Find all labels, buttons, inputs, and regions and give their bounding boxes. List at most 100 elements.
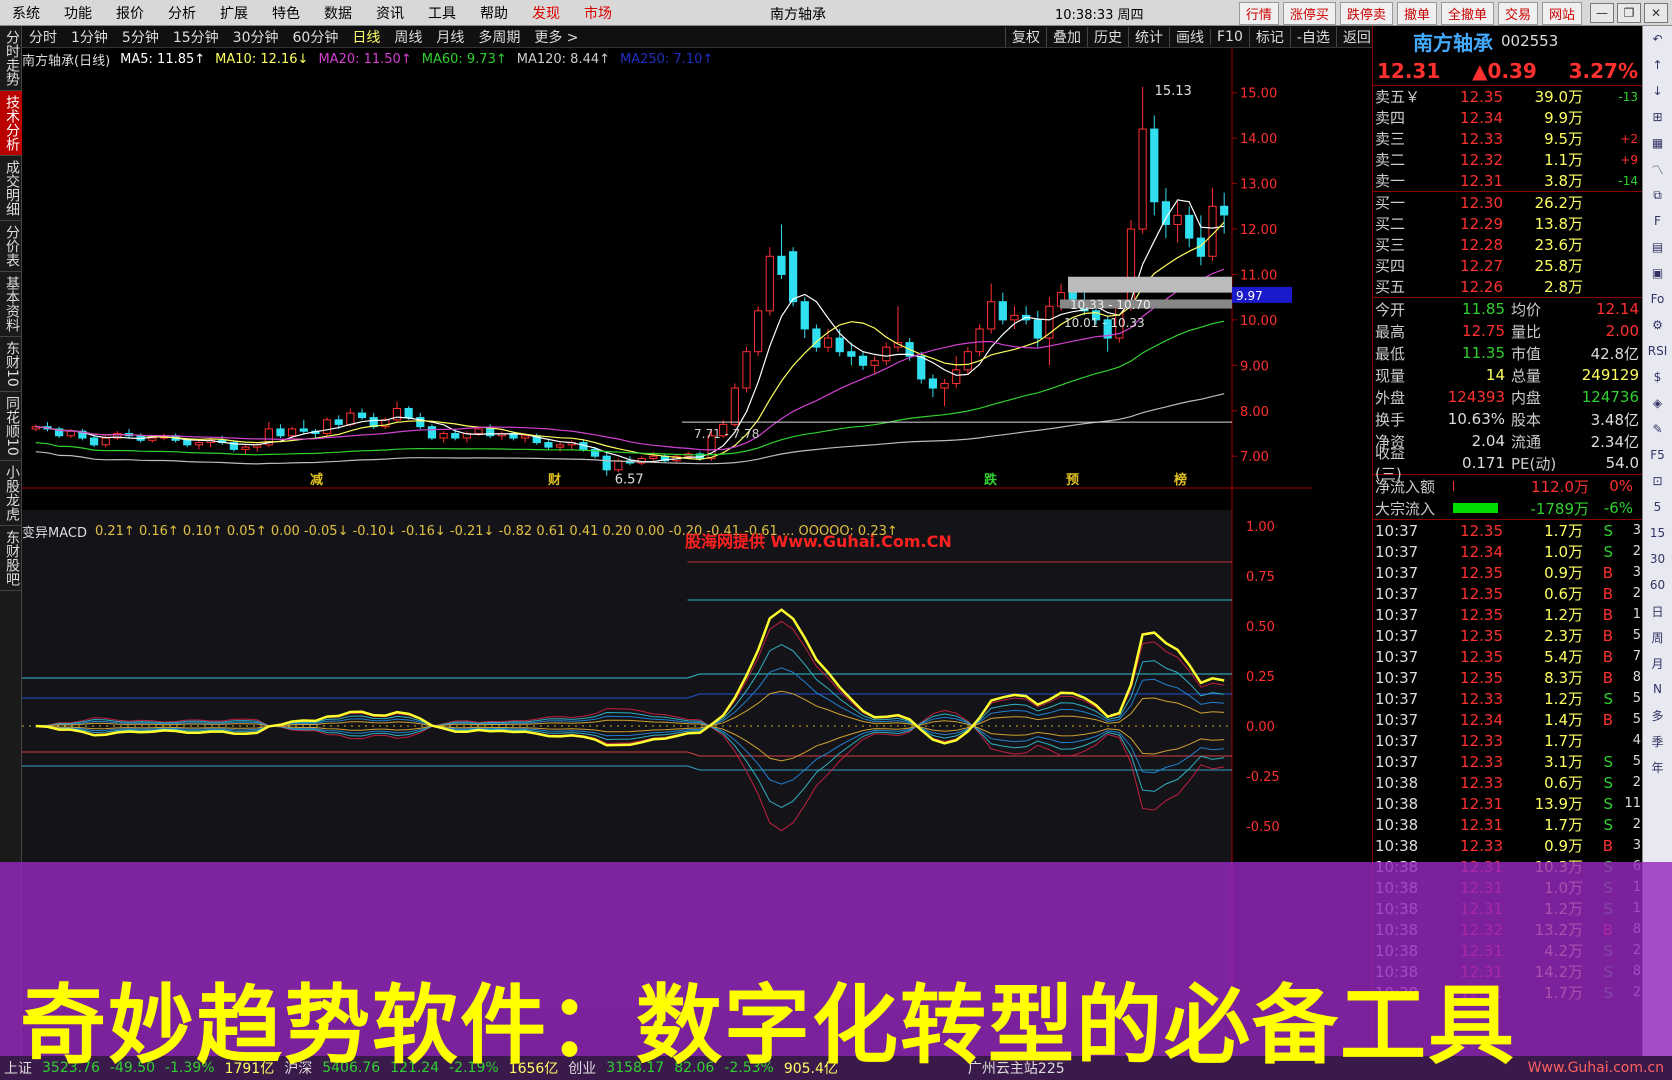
tick-row: 10:38 12.31 1.7万 S 2 [1373, 814, 1642, 835]
tool-icon[interactable]: RSI [1643, 338, 1672, 364]
tick-volume: 1.0万 [1544, 543, 1583, 561]
ask-label: 卖四 [1375, 109, 1406, 127]
period-1min[interactable]: 1分钟 [64, 27, 115, 47]
cancel-all-button[interactable]: 全撤单 [1440, 2, 1494, 25]
stats-button[interactable]: 统计 [1128, 27, 1169, 47]
tool-icon[interactable]: ▤ [1643, 234, 1672, 260]
tool-icon[interactable]: ⧉ [1643, 182, 1672, 208]
event-marker: 榜 [1174, 472, 1187, 488]
candle-body [194, 442, 204, 446]
watchlist-button[interactable]: -自选 [1289, 27, 1336, 47]
tool-icon[interactable]: 月 [1643, 650, 1672, 676]
trade-button[interactable]: 交易 [1497, 2, 1538, 25]
tool-icon[interactable]: 60 [1643, 572, 1672, 598]
price-line: 12.31 ▲0.39 3.27% [1373, 56, 1642, 86]
limit-up-buy-button[interactable]: 涨停买 [1282, 2, 1336, 25]
cancel-order-button[interactable]: 撤单 [1396, 2, 1437, 25]
limit-down-sell-button[interactable]: 跌停卖 [1339, 2, 1393, 25]
tool-icon[interactable]: ▦ [1643, 130, 1672, 156]
menu-system[interactable]: 系统 [0, 3, 52, 23]
menu-data[interactable]: 数据 [312, 3, 364, 23]
tool-icon[interactable]: 15 [1643, 520, 1672, 546]
tool-icon[interactable]: F [1643, 208, 1672, 234]
overlay-button[interactable]: 叠加 [1046, 27, 1087, 47]
menu-news[interactable]: 资讯 [364, 3, 416, 23]
menu-feature[interactable]: 特色 [260, 3, 312, 23]
close-icon[interactable]: ✕ [1644, 3, 1668, 23]
tool-icon[interactable]: $ [1643, 364, 1672, 390]
menu-analysis[interactable]: 分析 [156, 3, 208, 23]
tool-icon[interactable]: 30 [1643, 546, 1672, 572]
tool-icon[interactable]: ↓ [1643, 78, 1672, 104]
tool-icon[interactable]: ▣ [1643, 260, 1672, 286]
tool-icon[interactable]: 多 [1643, 702, 1672, 728]
candle-body [555, 444, 565, 448]
period-60min[interactable]: 60分钟 [286, 27, 346, 47]
tool-icon[interactable]: F5 [1643, 442, 1672, 468]
tool-icon[interactable]: 5 [1643, 494, 1672, 520]
tab-fundamentals[interactable]: 基本资料 [0, 272, 24, 337]
tool-icon[interactable]: ◈ [1643, 390, 1672, 416]
tick-side: S [1603, 773, 1613, 792]
tool-icon[interactable]: Fo [1643, 286, 1672, 312]
ma120-label: MA120: 8.44↑ [516, 51, 611, 67]
candle-body [835, 337, 844, 353]
period-15min[interactable]: 15分钟 [166, 27, 226, 47]
f10-button[interactable]: F10 [1210, 29, 1249, 45]
minimize-icon[interactable]: — [1590, 3, 1614, 23]
tick-time: 10:38 [1375, 836, 1419, 855]
candle-body [882, 346, 891, 362]
flow-pct: 0% [1609, 477, 1633, 495]
menu-discover[interactable]: 发现 [520, 3, 572, 23]
period-more[interactable]: 更多 > [527, 27, 585, 47]
candle-body [288, 428, 297, 437]
tool-icon[interactable]: 周 [1643, 624, 1672, 650]
tab-eastmoney[interactable]: 东财10 [0, 337, 24, 392]
tool-icon[interactable]: ✎ [1643, 416, 1672, 442]
menu-help[interactable]: 帮助 [468, 3, 520, 23]
tool-icon[interactable]: 〽 [1643, 156, 1672, 182]
period-multi[interactable]: 多周期 [471, 27, 527, 47]
tab-tonghuashun[interactable]: 同花顺10 [0, 392, 24, 461]
tick-count: 5 [1632, 754, 1641, 769]
menu-quote[interactable]: 报价 [104, 3, 156, 23]
period-30min[interactable]: 30分钟 [226, 27, 286, 47]
draw-button[interactable]: 画线 [1169, 27, 1210, 47]
menu-extend[interactable]: 扩展 [208, 3, 260, 23]
candle-body [241, 446, 250, 450]
menu-tools[interactable]: 工具 [416, 3, 468, 23]
period-daily[interactable]: 日线 [345, 27, 387, 47]
tab-price-table[interactable]: 分价表 [0, 221, 24, 272]
tab-technical[interactable]: 技术分析 [0, 91, 24, 156]
tool-icon[interactable]: ⊡ [1643, 468, 1672, 494]
menu-function[interactable]: 功能 [52, 3, 104, 23]
tab-trades[interactable]: 成交明细 [0, 156, 24, 221]
tool-icon[interactable]: 日 [1643, 598, 1672, 624]
tool-icon[interactable]: 季 [1643, 728, 1672, 754]
tool-icon[interactable]: ↑ [1643, 52, 1672, 78]
tab-intraday[interactable]: 分时走势 [0, 26, 24, 91]
adjust-button[interactable]: 复权 [1005, 27, 1046, 47]
restore-icon[interactable]: ❐ [1617, 3, 1641, 23]
tool-icon[interactable]: ⚙ [1643, 312, 1672, 338]
period-5min[interactable]: 5分钟 [115, 27, 166, 47]
tool-icon[interactable]: ↶ [1643, 26, 1672, 52]
tool-icon[interactable]: ⊞ [1643, 104, 1672, 130]
period-intraday[interactable]: 分时 [22, 27, 64, 47]
flow-row: 净流入额 112.0万 0% [1373, 475, 1642, 497]
history-button[interactable]: 历史 [1087, 27, 1128, 47]
last-price: 12.31 [1377, 58, 1441, 83]
flow-value: 112.0万 [1531, 477, 1589, 496]
website-button[interactable]: 网站 [1541, 2, 1582, 25]
period-monthly[interactable]: 月线 [429, 27, 471, 47]
tab-dragon-tiger[interactable]: 小股龙虎 [0, 461, 24, 526]
tool-icon[interactable]: N [1643, 676, 1672, 702]
tool-icon[interactable]: 年 [1643, 754, 1672, 780]
tab-forum[interactable]: 东财股吧 [0, 526, 24, 591]
menu-market[interactable]: 市场 [572, 3, 624, 23]
candle-body [299, 428, 308, 432]
mark-button[interactable]: 标记 [1248, 27, 1290, 47]
quote-button[interactable]: 行情 [1238, 2, 1279, 25]
period-weekly[interactable]: 周线 [387, 27, 429, 47]
back-button[interactable]: 返回 [1335, 27, 1377, 47]
